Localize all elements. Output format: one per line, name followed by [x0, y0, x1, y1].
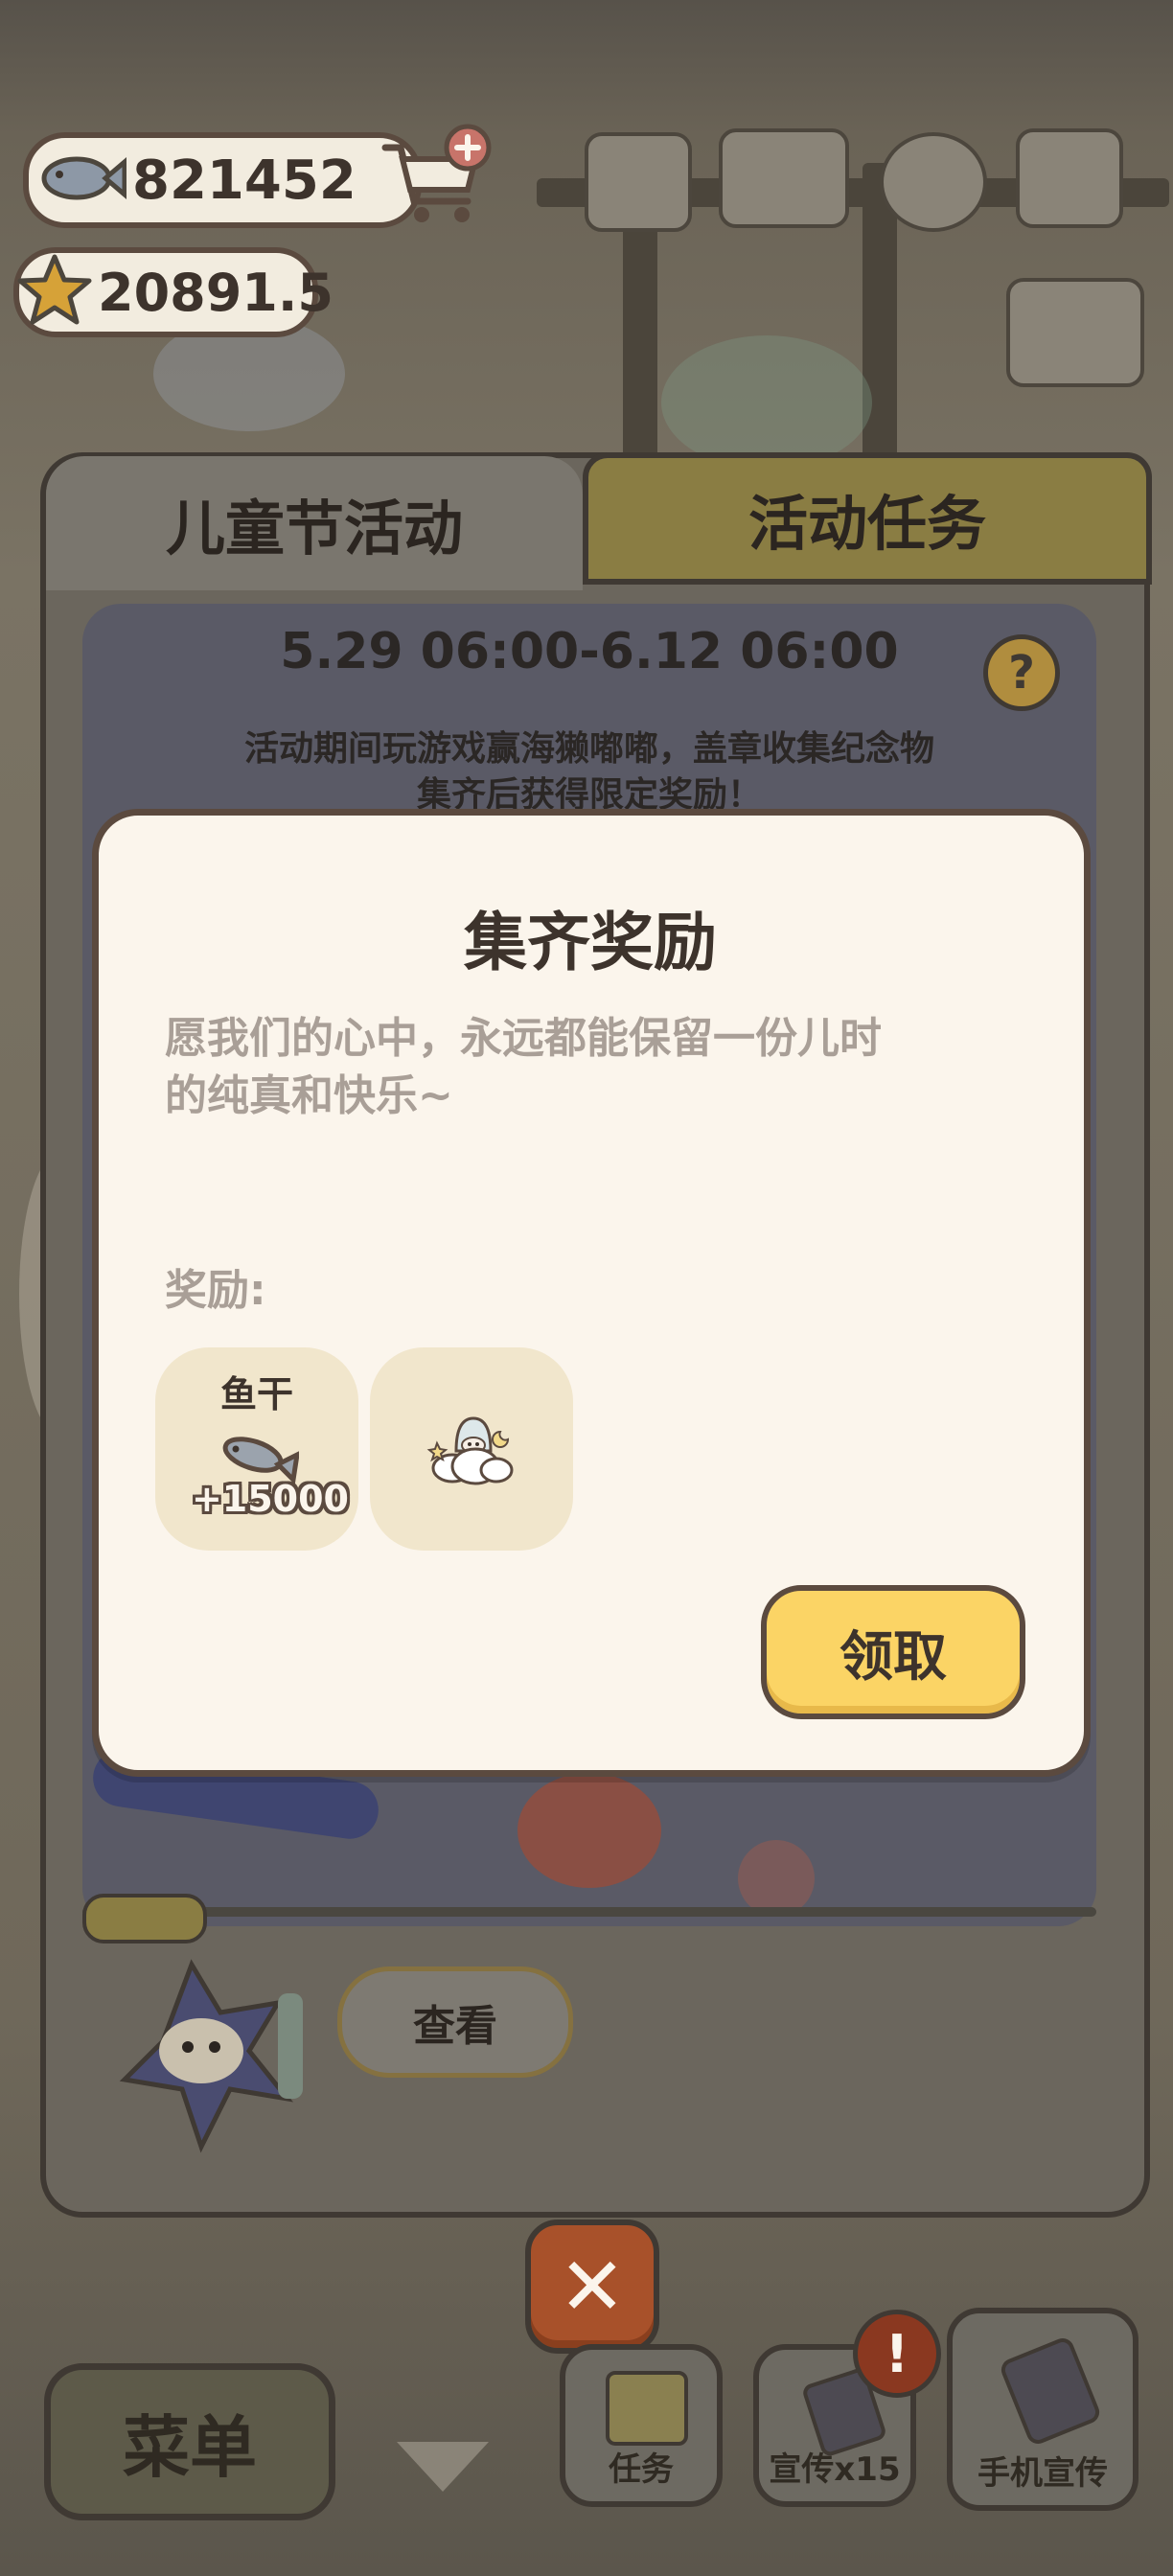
decor-moon: [738, 1840, 815, 1917]
modal-description-line2: 的纯真和快乐~: [165, 1071, 453, 1120]
gear-icon[interactable]: [880, 132, 987, 232]
help-button[interactable]: ?: [983, 634, 1060, 711]
modal-description-line1: 愿我们的心中，永远都能保留一份儿时: [165, 1014, 882, 1063]
fish-currency-amount: 821452: [132, 149, 356, 212]
progress-marker: [82, 1894, 207, 1944]
background-decoration: [661, 335, 872, 470]
tasks-button[interactable]: 任务: [560, 2344, 723, 2507]
alert-badge: !: [853, 2310, 941, 2398]
star-icon: [15, 251, 94, 334]
reward-tile-cloud-decoration[interactable]: [370, 1347, 573, 1551]
reward-name: 鱼干: [219, 1373, 293, 1415]
shop-cart-button[interactable]: [380, 123, 494, 230]
chevron-down-icon[interactable]: [397, 2442, 489, 2492]
modal-description: 愿我们的心中，永远都能保留一份儿时 的纯真和快乐~: [165, 1010, 1008, 1125]
phone-promo-label: 手机宣传: [978, 2454, 1108, 2493]
reward-tile-dried-fish[interactable]: 鱼干 +15000: [155, 1347, 358, 1551]
event-date-range: 5.29 06:00-6.12 06:00: [280, 623, 899, 680]
rewards-label: 奖励:: [165, 1266, 266, 1315]
fish-icon: [34, 145, 127, 216]
tab-event-tasks[interactable]: 活动任务: [583, 452, 1152, 585]
paw-book-icon[interactable]: [719, 128, 849, 228]
newspaper-icon[interactable]: [585, 132, 692, 232]
sea-otter-mascot: [105, 1955, 345, 2175]
phone-promo-button[interactable]: 手机宣传: [947, 2308, 1138, 2511]
event-progress-track: [82, 1907, 1096, 1917]
tasks-label: 任务: [609, 2450, 674, 2489]
tab-children-day-event[interactable]: 儿童节活动: [46, 456, 583, 590]
phone-icon: [998, 2334, 1103, 2448]
cloud-decoration-icon: [424, 1401, 519, 1501]
event-description-line1: 活动期间玩游戏赢海獭嘟嘟，盖章收集纪念物: [243, 729, 934, 769]
map-icon[interactable]: [1016, 128, 1123, 228]
close-button[interactable]: ✕: [525, 2220, 659, 2354]
star-currency-amount: 20891.5: [98, 262, 334, 323]
view-button[interactable]: 查看: [337, 1966, 573, 2078]
decor-coral: [518, 1773, 661, 1888]
modal-title: 集齐奖励: [464, 906, 717, 979]
fish-currency-pill: 821452: [23, 132, 422, 228]
list-sort-icon[interactable]: [1006, 278, 1144, 387]
checkbox-icon: [606, 2371, 688, 2446]
star-currency-pill: 20891.5: [13, 247, 334, 337]
cart-icon: [381, 124, 492, 222]
reward-amount: +15000: [191, 1478, 349, 1520]
claim-button[interactable]: 领取: [761, 1585, 1025, 1719]
menu-button[interactable]: 菜单: [44, 2363, 335, 2520]
